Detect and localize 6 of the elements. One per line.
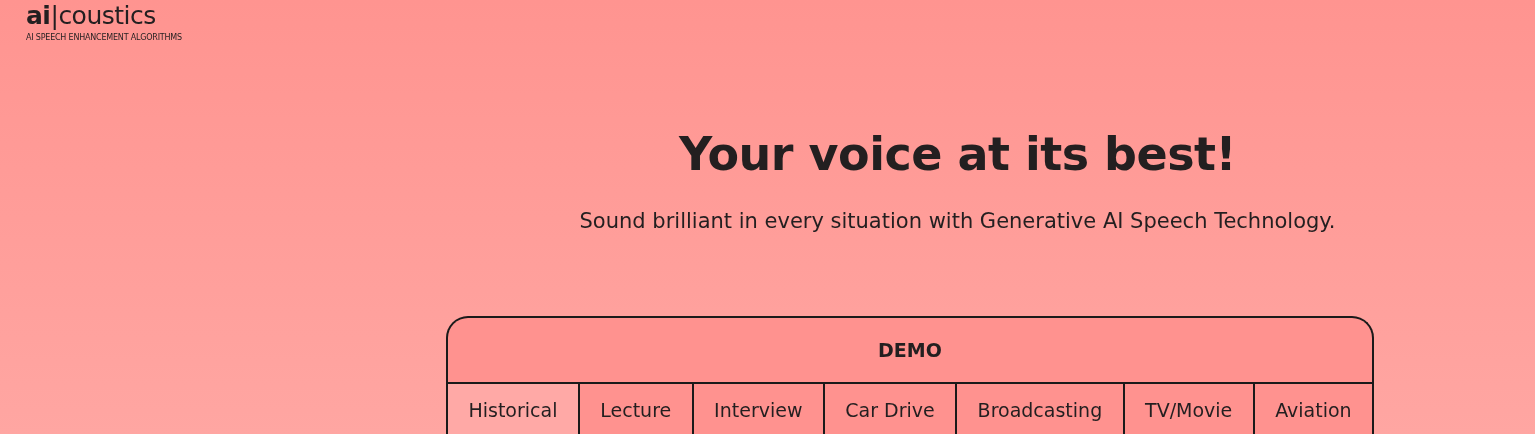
hero-subtitle: Sound brilliant in every situation with Generative AI Speech Technology. <box>579 208 1336 235</box>
hero-title: Your voice at its best! <box>678 126 1237 183</box>
logo-tagline: AI SPEECH ENHANCEMENT ALGORITHMS <box>26 33 182 42</box>
demo-title: DEMO <box>878 339 942 361</box>
demo-tab[interactable]: Historical <box>448 384 580 434</box>
logo-wordmark: ai|coustics <box>26 0 156 32</box>
